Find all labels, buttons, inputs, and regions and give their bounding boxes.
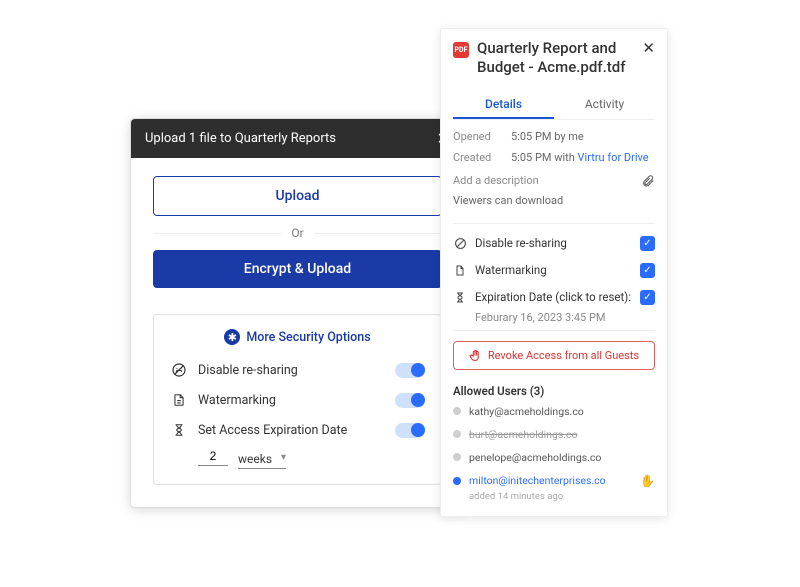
user-row[interactable]: burt@acmeholdings.co xyxy=(441,423,667,446)
hand-stop-icon xyxy=(469,349,482,362)
checkbox-watermarking[interactable]: ✓ xyxy=(640,263,655,278)
status-dot xyxy=(453,453,461,461)
close-icon[interactable]: ✕ xyxy=(642,39,655,57)
download-permission: Viewers can download xyxy=(453,192,655,207)
opened-row: Opened 5:05 PM by me xyxy=(453,126,655,147)
hourglass-icon xyxy=(170,422,188,438)
toggle-watermarking[interactable] xyxy=(395,393,425,408)
checkbox-expiration[interactable]: ✓ xyxy=(640,290,655,305)
toggle-expiration[interactable] xyxy=(395,423,425,438)
checkbox-disable-resharing[interactable]: ✓ xyxy=(640,236,655,251)
details-header: PDF Quarterly Report and Budget - Acme.p… xyxy=(441,39,667,85)
upload-button[interactable]: Upload xyxy=(153,176,442,216)
gear-icon: ✱ xyxy=(224,329,240,345)
chk-disable-resharing: Disable re-sharing ✓ xyxy=(441,230,667,257)
expiration-amount-input[interactable] xyxy=(198,449,228,466)
user-row[interactable]: milton@initechenterprises.co ✋ xyxy=(441,469,667,493)
dialog-header: Upload 1 file to Quarterly Reports ✕ xyxy=(131,119,464,158)
chk-watermarking: Watermarking ✓ xyxy=(441,257,667,284)
status-dot xyxy=(453,477,461,485)
or-divider: Or xyxy=(153,226,442,240)
file-title: Quarterly Report and Budget - Acme.pdf.t… xyxy=(477,39,634,77)
user-row[interactable]: kathy@acmeholdings.co xyxy=(441,400,667,423)
share-off-icon xyxy=(170,362,188,378)
document-icon xyxy=(453,264,467,277)
upload-dialog: Upload 1 file to Quarterly Reports ✕ Upl… xyxy=(130,118,465,508)
expiration-unit-select[interactable]: weeks xyxy=(238,452,286,466)
tabs: Details Activity xyxy=(453,91,655,120)
status-dot xyxy=(453,430,461,438)
created-row: Created 5:05 PM with Virtru for Drive xyxy=(453,147,655,168)
add-description[interactable]: Add a description xyxy=(453,168,655,192)
toggle-disable-resharing[interactable] xyxy=(395,363,425,378)
tab-details[interactable]: Details xyxy=(453,91,554,119)
dialog-title: Upload 1 file to Quarterly Reports xyxy=(145,131,336,146)
expiration-date-text: Feburary 16, 2023 3:45 PM xyxy=(475,311,655,324)
file-details-panel: PDF Quarterly Report and Budget - Acme.p… xyxy=(440,28,668,517)
chk-expiration: Expiration Date (click to reset): ✓ xyxy=(441,284,667,311)
document-icon xyxy=(170,392,188,408)
allowed-users-header: Allowed Users (3) xyxy=(441,376,667,400)
virtru-link[interactable]: Virtru for Drive xyxy=(578,151,649,164)
security-options-header[interactable]: ✱ More Security Options xyxy=(170,329,425,345)
option-watermarking: Watermarking xyxy=(170,385,425,415)
tab-activity[interactable]: Activity xyxy=(554,91,655,119)
user-row[interactable]: penelope@acmeholdings.co xyxy=(441,446,667,469)
metadata: Opened 5:05 PM by me Created 5:05 PM wit… xyxy=(441,120,667,217)
encrypt-upload-button[interactable]: Encrypt & Upload xyxy=(153,250,442,288)
option-disable-resharing: Disable re-sharing xyxy=(170,355,425,385)
share-off-icon xyxy=(453,237,467,250)
user-added-time: added 14 minutes ago xyxy=(469,491,667,502)
hourglass-icon xyxy=(453,291,467,304)
dialog-body: Upload Or Encrypt & Upload ✱ More Securi… xyxy=(131,158,464,507)
hand-stop-icon[interactable]: ✋ xyxy=(640,474,655,488)
security-options-box: ✱ More Security Options Disable re-shari… xyxy=(153,314,442,485)
pdf-icon: PDF xyxy=(453,42,469,58)
expiration-input-row: weeks xyxy=(198,449,425,466)
revoke-access-button[interactable]: Revoke Access from all Guests xyxy=(453,341,655,370)
option-expiration: Set Access Expiration Date xyxy=(170,415,425,445)
status-dot xyxy=(453,407,461,415)
paperclip-icon xyxy=(641,174,655,188)
